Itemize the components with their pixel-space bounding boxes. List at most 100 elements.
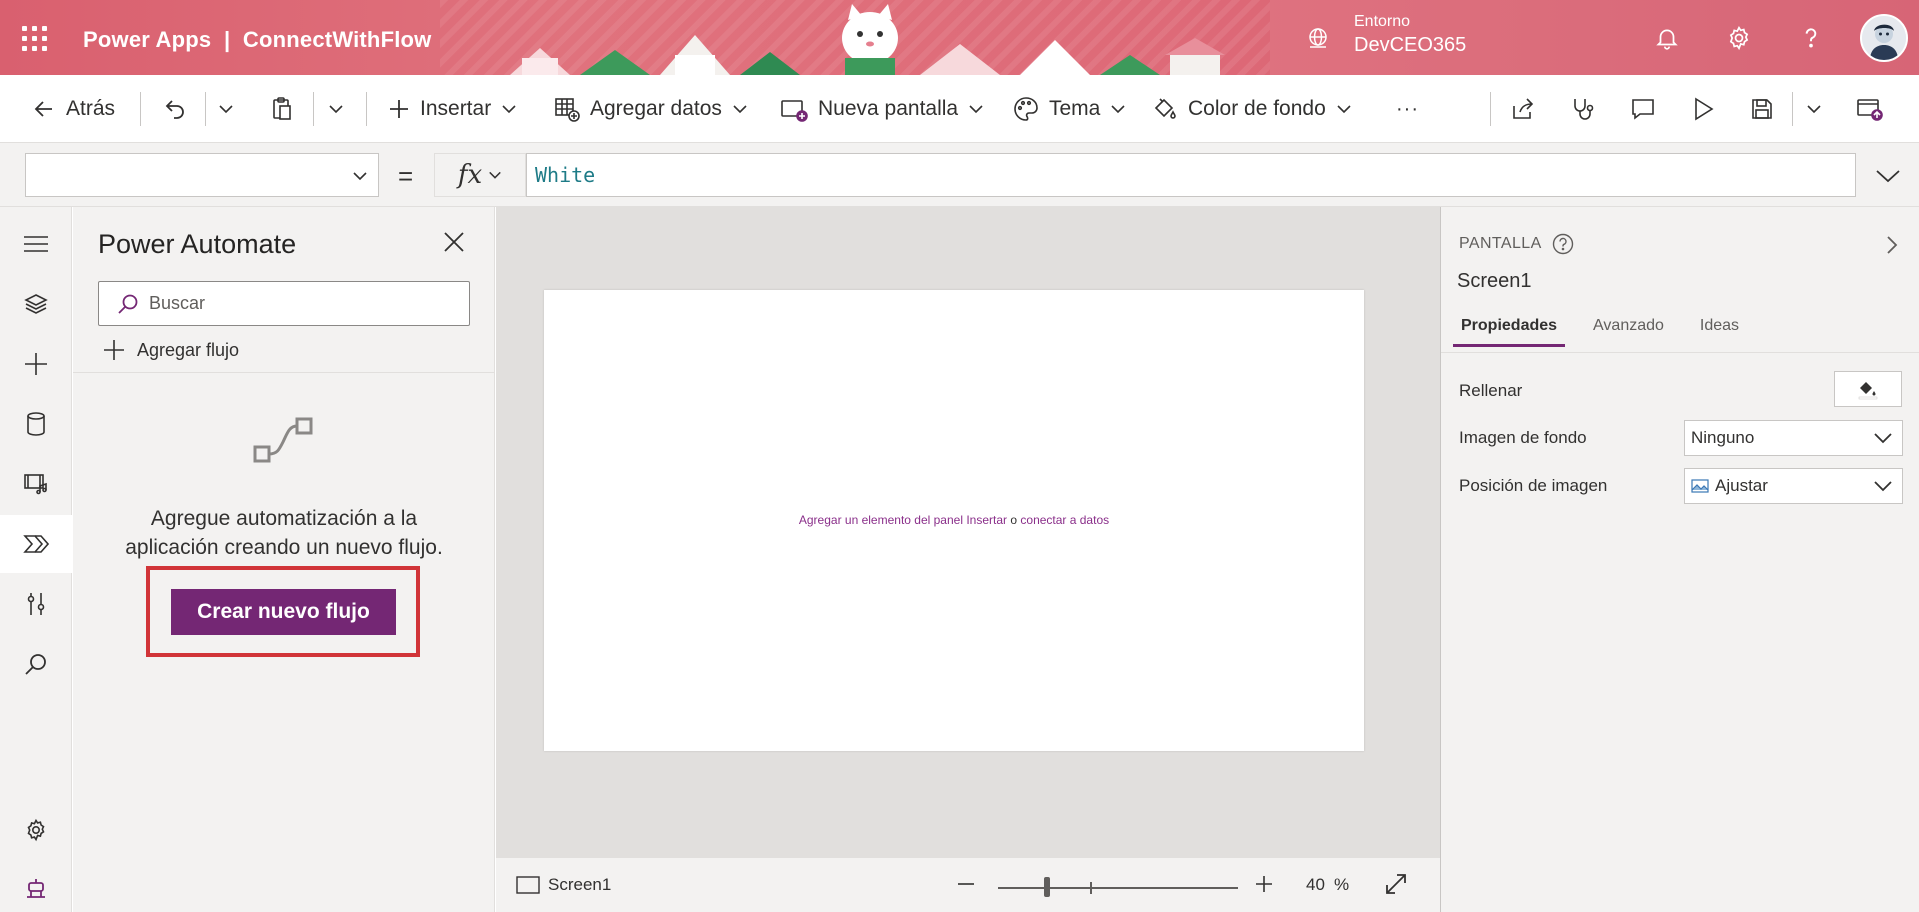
canvas-hint-connect-link[interactable]: conectar a datos <box>1020 513 1109 527</box>
insert-button[interactable]: Insertar <box>388 75 517 143</box>
background-image-value: Ninguno <box>1691 428 1755 447</box>
save-dropdown[interactable] <box>1806 75 1822 143</box>
help-question-icon[interactable] <box>1798 25 1824 51</box>
environment-value[interactable]: DevCEO365 <box>1354 34 1466 57</box>
app-title: Power Apps | ConnectWithFlow <box>83 27 432 52</box>
app-launcher-icon[interactable] <box>22 26 48 52</box>
close-icon[interactable] <box>443 231 465 253</box>
environment-icon[interactable] <box>1306 26 1330 50</box>
zoom-slider-track[interactable] <box>998 887 1238 889</box>
play-icon <box>1695 97 1714 121</box>
chevron-down-icon <box>733 105 747 114</box>
user-avatar[interactable] <box>1860 14 1908 62</box>
back-button[interactable]: Atrás <box>32 75 115 143</box>
separator <box>1490 92 1491 126</box>
back-arrow-icon <box>34 101 52 117</box>
collapse-panel-chevron-icon[interactable] <box>1883 235 1901 255</box>
app-checker-button[interactable] <box>1570 75 1596 143</box>
settings-gear-icon[interactable] <box>1726 25 1752 51</box>
fill-color-picker[interactable] <box>1834 371 1902 407</box>
tab-ideas[interactable]: Ideas <box>1692 317 1747 345</box>
screen-selector-label: Screen1 <box>548 875 612 894</box>
background-image-dropdown[interactable]: Ninguno <box>1684 420 1903 456</box>
empty-state-message: Agregue automatización a la aplicación c… <box>83 504 485 562</box>
environment-label: Entorno <box>1354 13 1411 30</box>
hamburger-button[interactable] <box>0 215 72 273</box>
data-rail-button[interactable] <box>0 395 72 453</box>
settings-icon <box>27 818 45 842</box>
zoom-slider-thumb[interactable] <box>1044 877 1050 897</box>
formula-bar: = fx White <box>0 143 1919 207</box>
new-screen-button[interactable]: Nueva pantalla <box>780 75 984 143</box>
paste-button[interactable] <box>270 75 294 143</box>
chevron-down-icon <box>1337 105 1351 114</box>
search-rail-button[interactable] <box>0 635 72 693</box>
theme-button[interactable]: Tema <box>1013 75 1126 143</box>
chevron-down-icon <box>1874 481 1892 492</box>
add-data-button[interactable]: Agregar datos <box>554 75 748 143</box>
empty-message-line2: aplicación creando un nuevo flujo. <box>125 536 443 559</box>
undo-button[interactable] <box>163 75 187 143</box>
search-icon <box>118 294 138 314</box>
canvas-hint-insert-link[interactable]: Agregar un elemento del panel Insertar <box>799 513 1007 527</box>
virtual-agent-rail-button[interactable] <box>0 860 72 912</box>
image-position-value: Ajustar <box>1715 476 1768 495</box>
image-position-dropdown[interactable]: Ajustar <box>1684 468 1903 504</box>
settings-rail-button[interactable] <box>0 801 72 859</box>
command-bar: Atrás Insertar Agregar datos Nueva panta… <box>0 75 1919 143</box>
help-circle-icon[interactable] <box>1552 233 1574 255</box>
more-commands-button[interactable]: ··· <box>1396 75 1419 143</box>
screen-selector[interactable]: Screen1 <box>516 875 611 895</box>
power-automate-panel: Power Automate Agregar flujo Agregue aut… <box>73 207 495 912</box>
zoom-out-icon[interactable] <box>956 874 976 894</box>
background-color-button[interactable]: Color de fondo <box>1152 75 1352 143</box>
save-button[interactable] <box>1750 75 1774 143</box>
media-icon <box>24 474 47 495</box>
separator <box>1792 92 1793 126</box>
create-new-flow-button[interactable]: Crear nuevo flujo <box>171 589 396 635</box>
fill-label: Rellenar <box>1459 381 1523 400</box>
comments-button[interactable] <box>1630 75 1656 143</box>
clipboard-icon <box>273 97 291 120</box>
formula-input[interactable]: White <box>526 153 1856 197</box>
canvas-area: Agregar un elemento del panel Insertar o… <box>496 207 1440 857</box>
zoom-value[interactable]: 40 <box>1306 875 1325 895</box>
media-rail-button[interactable] <box>0 455 72 513</box>
tree-view-button[interactable] <box>0 275 72 333</box>
paint-bucket-icon <box>1858 382 1878 400</box>
tools-icon <box>27 593 45 615</box>
notifications-bell-icon[interactable] <box>1654 25 1680 51</box>
property-selector[interactable] <box>25 153 379 197</box>
power-automate-rail-button[interactable] <box>0 515 72 573</box>
flow-search-input[interactable] <box>149 293 449 314</box>
fit-to-window-icon[interactable] <box>1384 872 1408 896</box>
function-button[interactable]: fx <box>434 153 526 197</box>
tab-properties[interactable]: Propiedades <box>1453 317 1566 347</box>
insert-label: Insertar <box>420 97 492 120</box>
paste-dropdown[interactable] <box>328 75 344 143</box>
chevron-down-icon <box>1874 433 1892 444</box>
undo-dropdown[interactable] <box>218 75 234 143</box>
share-button[interactable] <box>1510 75 1536 143</box>
advanced-tools-rail-button[interactable] <box>0 575 72 633</box>
empty-message-line1: Agregue automatización a la <box>150 507 418 530</box>
add-flow-button[interactable]: Agregar flujo <box>103 339 239 361</box>
chevron-down-icon <box>489 171 501 179</box>
expand-formula-chevron-icon[interactable] <box>1874 163 1902 187</box>
zoom-in-icon[interactable] <box>1254 874 1274 894</box>
stethoscope-icon <box>1574 99 1594 120</box>
plus-icon <box>104 340 124 360</box>
publish-button[interactable] <box>1856 75 1884 143</box>
fx-label: fx <box>457 160 483 190</box>
background-image-label: Imagen de fondo <box>1459 428 1587 447</box>
insert-rail-button[interactable] <box>0 335 72 393</box>
selected-control-name[interactable]: Screen1 <box>1457 270 1532 293</box>
flow-search-box[interactable] <box>98 281 470 326</box>
tab-advanced[interactable]: Avanzado <box>1585 317 1672 345</box>
status-bar: Screen1 40 % <box>496 857 1440 912</box>
new-screen-label: Nueva pantalla <box>818 97 959 120</box>
canvas-hint: Agregar un elemento del panel Insertar o… <box>544 513 1364 527</box>
preview-play-button[interactable] <box>1690 75 1716 143</box>
screen-canvas[interactable]: Agregar un elemento del panel Insertar o… <box>544 290 1364 751</box>
separator <box>140 92 141 126</box>
